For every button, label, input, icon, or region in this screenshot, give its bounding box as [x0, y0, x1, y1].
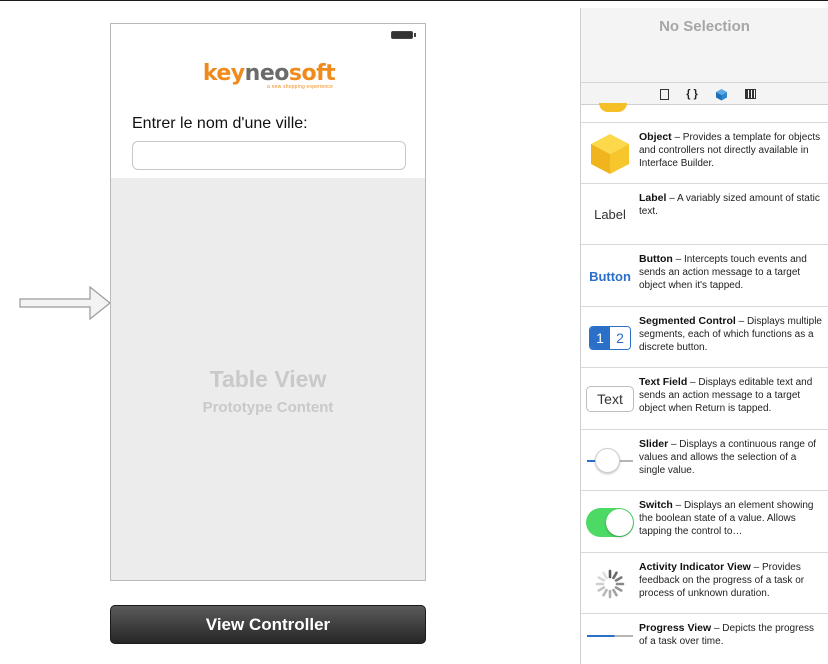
logo-part-key: key — [202, 61, 245, 86]
library-item-description: – A variably sized amount of static text… — [639, 192, 820, 217]
text-field-icon: Text — [586, 386, 634, 412]
library-item-activity-indicator-view[interactable]: Activity Indicator View – Provides feedb… — [581, 553, 828, 614]
code-braces-icon: { } — [686, 88, 698, 100]
object-cube-icon — [591, 134, 629, 174]
inspector-no-selection: No Selection — [581, 8, 828, 83]
city-label[interactable]: Entrer le nom d'une ville: — [132, 115, 308, 133]
library-item-switch[interactable]: Switch – Displays an element showing the… — [581, 491, 828, 553]
top-border — [0, 0, 828, 8]
library-item-name: Activity Indicator View — [639, 560, 751, 573]
keyneosoft-logo: keyneosoft a new shopping experience — [201, 61, 337, 91]
library-item-name: Slider — [639, 437, 669, 450]
button-icon: Button — [589, 268, 631, 284]
table-view[interactable]: Table View Prototype Content — [111, 178, 425, 580]
initial-view-controller-arrow-icon[interactable] — [18, 285, 112, 321]
library-item-slider[interactable]: Slider – Displays a continuous range of … — [581, 430, 828, 491]
progress-view-icon — [587, 635, 633, 637]
library-item-button[interactable]: Button Button – Intercepts touch events … — [581, 245, 828, 307]
segment-1: 1 — [590, 326, 610, 349]
library-item-name: Object — [639, 131, 672, 143]
segmented-control-icon: 1 2 — [589, 325, 631, 350]
library-tab-bar: { } — [581, 83, 828, 105]
file-template-library-tab[interactable] — [657, 88, 671, 101]
view-controller-scene[interactable]: keyneosoft a new shopping experience Ent… — [110, 23, 426, 581]
switch-icon — [586, 507, 634, 537]
object-library-list[interactable]: Object – Provides a template for objects… — [581, 122, 828, 664]
battery-icon — [391, 31, 416, 39]
library-item-name: Progress View — [639, 622, 712, 634]
table-view-subtitle: Prototype Content — [202, 399, 334, 416]
library-item-name: Label — [639, 191, 667, 204]
library-item-segmented-control[interactable]: 1 2 Segmented Control – Displays multipl… — [581, 307, 828, 368]
partially-visible-object-icon — [599, 103, 627, 112]
media-icon — [744, 89, 756, 99]
library-item-name: Segmented Control — [639, 314, 736, 327]
library-item-name: Text Field — [639, 376, 688, 388]
library-item-object[interactable]: Object – Provides a template for objects… — [581, 122, 828, 184]
activity-indicator-icon — [595, 569, 625, 598]
library-item-progress-view[interactable]: Progress View – Depicts the progress of … — [581, 614, 828, 664]
file-icon — [659, 89, 669, 100]
label-icon: Label — [594, 207, 626, 222]
object-cube-icon — [715, 89, 727, 101]
segment-2: 2 — [610, 326, 630, 349]
library-item-name: Switch — [639, 499, 673, 511]
code-snippet-library-tab[interactable]: { } — [685, 88, 699, 101]
view-controller-scene-bar[interactable]: View Controller — [110, 605, 426, 644]
slider-icon — [587, 447, 633, 474]
table-view-title: Table View — [209, 366, 327, 392]
object-library-tab[interactable] — [714, 88, 728, 101]
logo-part-soft: soft — [288, 61, 336, 86]
library-item-name: Button — [639, 253, 673, 265]
media-library-tab[interactable] — [743, 88, 757, 101]
library-item-label[interactable]: Label Label – A variably sized amount of… — [581, 184, 828, 245]
city-input[interactable] — [132, 141, 406, 170]
logo-part-neo: neo — [244, 61, 290, 86]
library-item-text-field[interactable]: Text Text Field – Displays editable text… — [581, 368, 828, 430]
